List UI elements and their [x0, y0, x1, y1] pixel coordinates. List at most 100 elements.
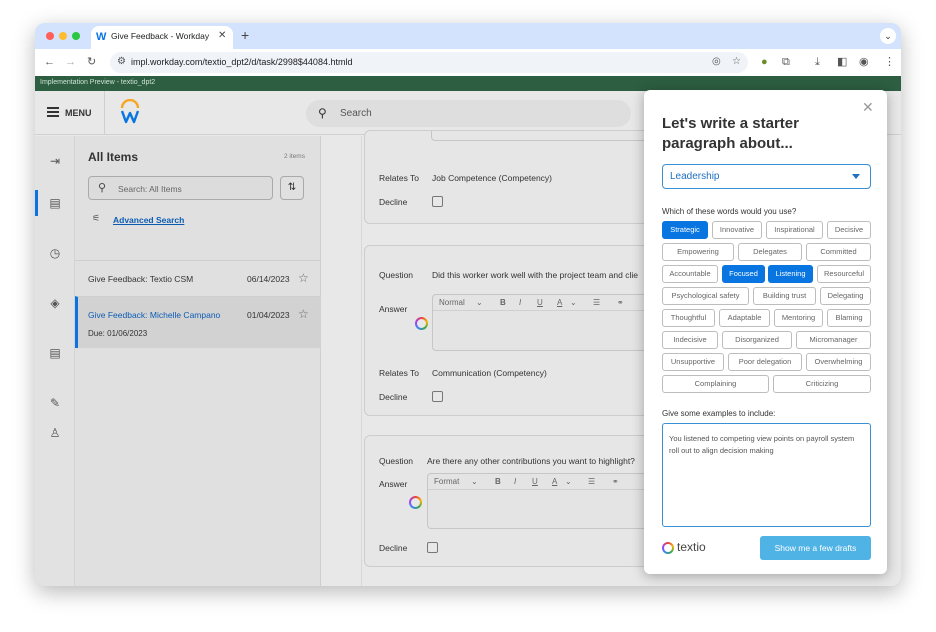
list-search-input[interactable]: ⚲ Search: All Items: [88, 176, 273, 200]
italic-icon[interactable]: I: [519, 298, 521, 307]
underline-icon[interactable]: U: [532, 477, 538, 486]
extension-icon[interactable]: ●: [761, 55, 768, 69]
tab-search-chevron-icon[interactable]: ⌄: [880, 28, 896, 44]
address-bar[interactable]: ⚙ impl.workday.com/textio_dpt2/d/task/29…: [110, 52, 748, 73]
chip-innovative[interactable]: Innovative: [712, 221, 762, 239]
edit-document-icon[interactable]: ✎: [35, 396, 75, 410]
profile-avatar-icon[interactable]: ◉: [859, 55, 869, 69]
chip-listening[interactable]: Listening: [768, 265, 813, 283]
chip-committed[interactable]: Committed: [806, 243, 871, 261]
chevron-down-icon[interactable]: ⌄: [565, 477, 572, 486]
show-drafts-button[interactable]: Show me a few drafts: [760, 536, 871, 560]
chip-criticizing[interactable]: Criticizing: [773, 375, 871, 393]
history-clock-icon[interactable]: ◷: [35, 246, 75, 260]
menu-button[interactable]: MENU: [65, 108, 92, 118]
bold-icon[interactable]: B: [500, 298, 506, 307]
link-icon[interactable]: ⚭: [617, 298, 624, 307]
question-label: Question: [379, 456, 414, 466]
examples-textarea[interactable]: You listened to competing view points on…: [662, 423, 871, 527]
chip-empowering[interactable]: Empowering: [662, 243, 734, 261]
text-color-icon[interactable]: A: [557, 298, 562, 307]
textio-starter-panel: ✕ Let's write a starter paragraph about.…: [644, 90, 887, 574]
chip-delegating[interactable]: Delegating: [820, 287, 871, 305]
list-count: 2 items: [284, 153, 305, 160]
chip-poor-delegation[interactable]: Poor delegation: [728, 353, 802, 371]
textio-ring-icon[interactable]: [409, 496, 422, 509]
forward-icon[interactable]: →: [65, 55, 76, 69]
bold-icon[interactable]: B: [495, 477, 501, 486]
advanced-search-link[interactable]: Advanced Search: [113, 215, 184, 225]
reload-icon[interactable]: ↻: [87, 55, 96, 69]
side-panel-icon[interactable]: ◧: [837, 55, 847, 69]
italic-icon[interactable]: I: [514, 477, 516, 486]
browser-tab[interactable]: W Give Feedback - Workday ✕: [91, 26, 233, 49]
new-tab-icon[interactable]: +: [241, 27, 249, 43]
list-item-date: 01/04/2023: [247, 310, 290, 320]
chip-micromanager[interactable]: Micromanager: [796, 331, 871, 349]
chip-unsupportive[interactable]: Unsupportive: [662, 353, 724, 371]
filter-sliders-icon[interactable]: ⚟: [92, 213, 100, 224]
tab-close-icon[interactable]: ✕: [218, 30, 226, 41]
bullet-list-icon[interactable]: ☰: [593, 298, 600, 307]
decline-checkbox[interactable]: [427, 542, 438, 553]
chip-resourceful[interactable]: Resourceful: [817, 265, 871, 283]
minimize-window-button[interactable]: [59, 32, 67, 40]
person-add-icon[interactable]: ♙: [35, 426, 75, 440]
list-item[interactable]: Give Feedback: Textio CSM 06/14/2023 ☆: [75, 260, 321, 296]
layers-icon[interactable]: ◈: [35, 296, 75, 310]
site-info-icon[interactable]: ⚙: [117, 56, 126, 67]
text-color-icon[interactable]: A: [552, 477, 557, 486]
topic-select[interactable]: Leadership: [662, 164, 871, 189]
list-item-selected[interactable]: Give Feedback: Michelle Campano 01/04/20…: [75, 296, 321, 348]
chip-blaming[interactable]: Blaming: [827, 309, 871, 327]
inbox-clipboard-icon[interactable]: ▤: [35, 196, 75, 210]
bullet-list-icon[interactable]: ☰: [588, 477, 595, 486]
chip-overwhelming[interactable]: Overwhelming: [806, 353, 871, 371]
chip-strategic[interactable]: Strategic: [662, 221, 708, 239]
chip-complaining[interactable]: Complaining: [662, 375, 769, 393]
link-icon[interactable]: ⚭: [612, 477, 619, 486]
textio-ring-icon[interactable]: [415, 317, 428, 330]
sort-button[interactable]: ⇅: [280, 176, 304, 200]
star-icon[interactable]: ☆: [298, 307, 309, 321]
collapse-pane-icon[interactable]: ⇥: [35, 154, 75, 168]
format-dropdown[interactable]: Format: [434, 477, 459, 486]
chip-accountable[interactable]: Accountable: [662, 265, 718, 283]
extensions-puzzle-icon[interactable]: ⧉: [782, 55, 790, 69]
close-window-button[interactable]: [46, 32, 54, 40]
chevron-down-icon[interactable]: ⌄: [570, 298, 577, 307]
relates-to-value: Job Competence (Competency): [432, 173, 553, 183]
underline-icon[interactable]: U: [537, 298, 543, 307]
format-dropdown[interactable]: Normal: [439, 298, 465, 307]
maximize-window-button[interactable]: [72, 32, 80, 40]
bookmark-star-icon[interactable]: ☆: [732, 56, 741, 67]
chip-psychological-safety[interactable]: Psychological safety: [662, 287, 749, 305]
decline-checkbox[interactable]: [432, 391, 443, 402]
chip-indecisive[interactable]: Indecisive: [662, 331, 718, 349]
chip-decisive[interactable]: Decisive: [827, 221, 871, 239]
chip-inspirational[interactable]: Inspirational: [766, 221, 823, 239]
chip-thoughtful[interactable]: Thoughtful: [662, 309, 715, 327]
global-search-input[interactable]: ⚲ Search: [306, 100, 631, 127]
hamburger-menu-icon[interactable]: [47, 107, 59, 117]
chip-focused[interactable]: Focused: [722, 265, 765, 283]
panel-title: Let's write a starter paragraph about...: [662, 115, 799, 152]
download-icon[interactable]: ⤓: [815, 55, 820, 69]
archive-clipboard-icon[interactable]: ▤: [35, 346, 75, 360]
caret-down-icon: [852, 174, 860, 179]
header-divider: [104, 91, 105, 135]
close-icon[interactable]: ✕: [862, 99, 874, 116]
decline-checkbox[interactable]: [432, 196, 443, 207]
chevron-down-icon[interactable]: ⌄: [476, 298, 483, 307]
chip-building-trust[interactable]: Building trust: [753, 287, 816, 305]
browser-menu-icon[interactable]: ⋮: [884, 55, 895, 69]
chip-delegates[interactable]: Delegates: [738, 243, 802, 261]
chip-disorganized[interactable]: Disorganized: [722, 331, 792, 349]
star-icon[interactable]: ☆: [298, 271, 309, 285]
chevron-down-icon[interactable]: ⌄: [471, 477, 478, 486]
eye-off-icon[interactable]: ◎: [712, 56, 721, 67]
back-icon[interactable]: ←: [44, 55, 55, 69]
workday-logo-icon[interactable]: [119, 99, 141, 125]
chip-adaptable[interactable]: Adaptable: [719, 309, 770, 327]
chip-mentoring[interactable]: Mentoring: [774, 309, 823, 327]
